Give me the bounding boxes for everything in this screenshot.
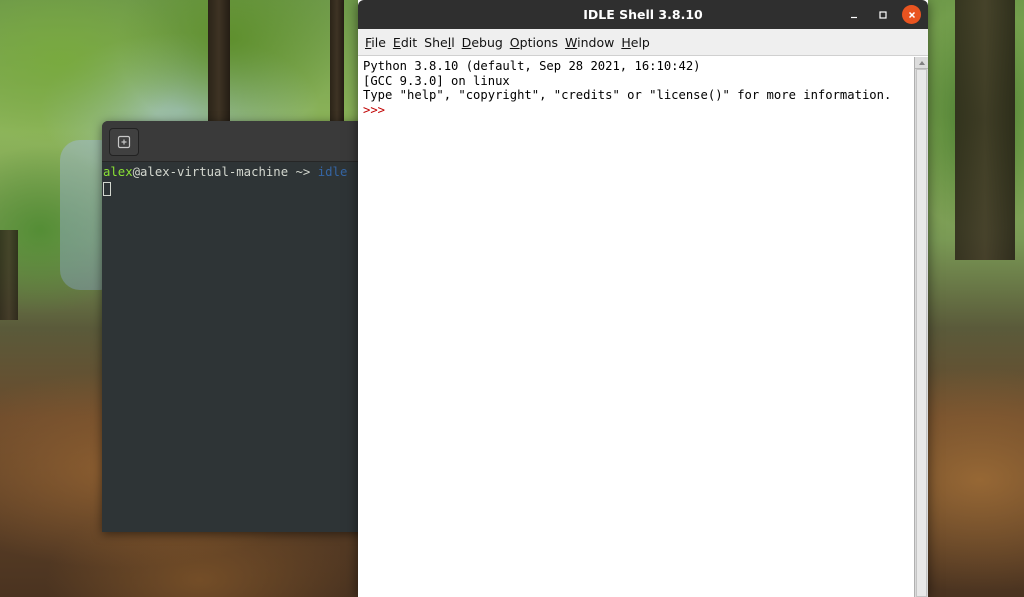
wallpaper-tree	[955, 0, 1015, 260]
menu-label-rest: ebug	[471, 34, 503, 50]
menu-label-rest: elp	[630, 34, 650, 50]
maximize-icon	[878, 10, 887, 19]
close-icon	[908, 11, 915, 18]
minimize-icon	[850, 16, 857, 18]
terminal-prompt-arrow: ~>	[288, 165, 318, 179]
terminal-cursor	[103, 182, 111, 196]
menu-mnemonic: O	[509, 34, 520, 50]
menu-mnemonic: E	[392, 34, 401, 50]
wallpaper-tree	[0, 230, 18, 320]
menu-label-rest: l	[451, 34, 455, 50]
menu-shell[interactable]: Shell	[421, 35, 459, 50]
window-title: IDLE Shell 3.8.10	[583, 7, 703, 22]
terminal-prompt-host: @alex-virtual-machine	[132, 165, 289, 179]
menu-help[interactable]: Help	[618, 35, 654, 50]
terminal-new-tab-button[interactable]	[109, 128, 139, 156]
menu-debug[interactable]: Debug	[459, 35, 507, 50]
idle-shell-window[interactable]: IDLE Shell 3.8.10 File Edit Shell Debug …	[358, 0, 928, 597]
menu-label-pre: She	[424, 34, 448, 50]
idle-menubar: File Edit Shell Debug Options Window Hel…	[358, 29, 928, 56]
menu-options[interactable]: Options	[507, 35, 562, 50]
maximize-button[interactable]	[873, 5, 892, 24]
menu-label-rest: dit	[400, 34, 418, 50]
menu-mnemonic: W	[565, 34, 578, 50]
menu-file[interactable]: File	[362, 35, 390, 50]
vertical-scrollbar[interactable]	[914, 57, 928, 597]
scroll-up-button[interactable]	[915, 57, 928, 69]
shell-banner-line: Python 3.8.10 (default, Sep 28 2021, 16:…	[363, 59, 701, 73]
shell-prompt: >>>	[363, 102, 393, 117]
menu-label-rest: ile	[371, 34, 386, 50]
terminal-command: idle	[317, 165, 348, 179]
menu-mnemonic: D	[461, 34, 472, 50]
menu-window[interactable]: Window	[562, 35, 618, 50]
wallpaper-tree	[208, 0, 230, 130]
terminal-headerbar[interactable]	[102, 121, 402, 162]
shell-text-area[interactable]: Python 3.8.10 (default, Sep 28 2021, 16:…	[358, 57, 914, 597]
terminal-output[interactable]: alex@alex-virtual-machine ~> idle	[102, 162, 402, 199]
minimize-button[interactable]	[844, 5, 863, 24]
terminal-window[interactable]: alex@alex-virtual-machine ~> idle	[102, 121, 402, 532]
menu-mnemonic: H	[621, 34, 631, 50]
scroll-thumb[interactable]	[916, 69, 927, 597]
close-button[interactable]	[902, 5, 921, 24]
shell-banner-line: Type "help", "copyright", "credits" or "…	[363, 88, 892, 103]
menu-label-rest: indow	[577, 34, 615, 50]
wallpaper-tree	[330, 0, 344, 125]
shell-banner-line: [GCC 9.3.0] on linux	[363, 73, 510, 88]
triangle-up-icon	[918, 60, 925, 65]
menu-label-rest: ptions	[519, 34, 559, 50]
terminal-prompt-user: alex	[103, 165, 133, 179]
new-tab-icon	[117, 135, 131, 149]
menu-edit[interactable]: Edit	[390, 35, 421, 50]
idle-titlebar[interactable]: IDLE Shell 3.8.10	[358, 0, 928, 29]
